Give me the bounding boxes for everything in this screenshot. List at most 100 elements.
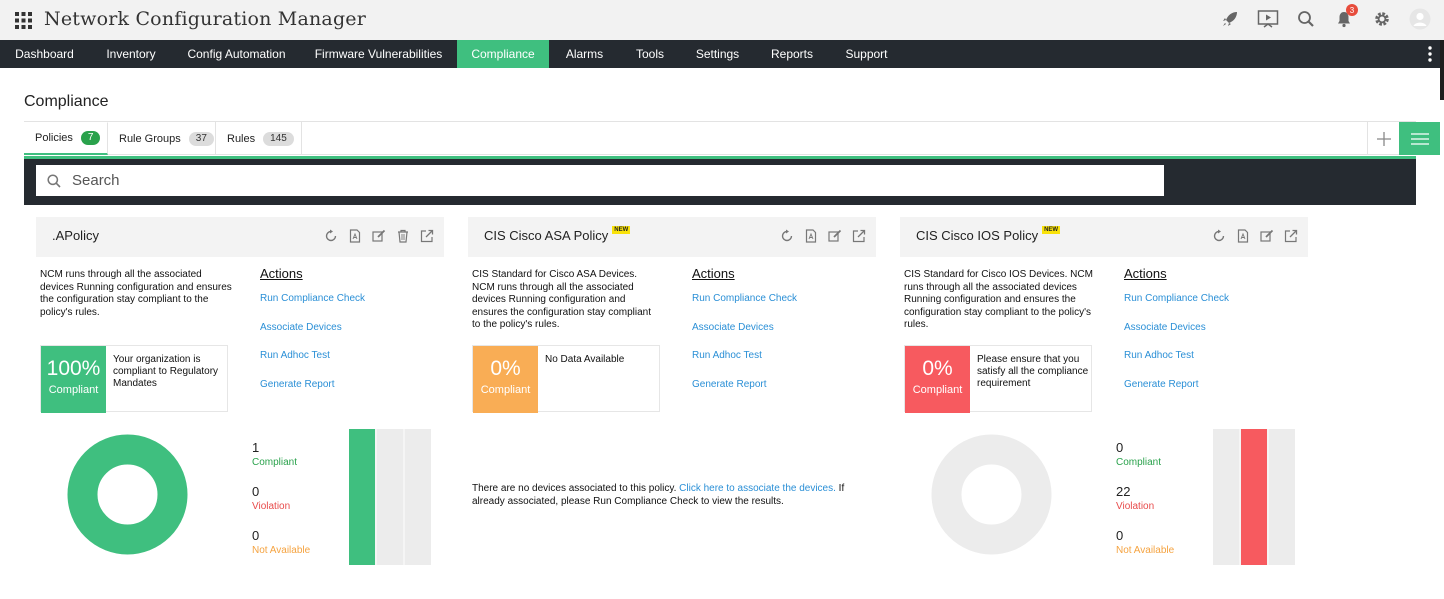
compliant-bar[interactable] — [349, 429, 375, 565]
policy-card-cis-ios: CIS Cisco IOS Policy NEW CIS Standard for… — [900, 217, 1308, 577]
search-icon[interactable] — [1294, 7, 1318, 31]
run-compliance-check-link[interactable]: Run Compliance Check — [260, 293, 365, 304]
bell-icon[interactable]: 3 — [1332, 4, 1358, 31]
policy-title-wrap[interactable]: CIS Cisco ASA Policy NEW — [484, 226, 631, 243]
tab-label: Rule Groups — [119, 132, 181, 145]
run-adhoc-test-link[interactable]: Run Adhoc Test — [692, 350, 762, 361]
run-compliance-check-link[interactable]: Run Compliance Check — [692, 293, 797, 304]
edit-icon[interactable] — [372, 229, 386, 243]
associate-devices-inline-link[interactable]: Click here to associate the devices. — [679, 483, 836, 494]
card-header: .APolicy — [36, 217, 444, 257]
not-available-count: 0 — [252, 528, 260, 543]
add-policy-button[interactable] — [1367, 122, 1399, 155]
associate-devices-link[interactable]: Associate Devices — [260, 322, 342, 333]
nav-tools[interactable]: Tools — [620, 40, 680, 68]
run-adhoc-test-link[interactable]: Run Adhoc Test — [1124, 350, 1194, 361]
apps-grid-icon[interactable] — [15, 12, 32, 29]
nav-compliance[interactable]: Compliance — [457, 40, 549, 68]
compliance-label: Compliant — [480, 384, 531, 396]
compliant-count: 0 — [1116, 440, 1124, 455]
compliance-message: Please ensure that you satisfy all the c… — [977, 354, 1089, 389]
violation-bar[interactable] — [1241, 429, 1267, 565]
status-bar-chart — [349, 429, 431, 565]
tab-count: 37 — [188, 131, 214, 146]
compliance-label: Compliant — [48, 384, 99, 396]
search-box — [36, 165, 1164, 196]
nav-settings[interactable]: Settings — [680, 40, 755, 68]
compliance-donut-chart[interactable] — [930, 433, 1053, 556]
open-external-icon[interactable] — [852, 229, 866, 243]
compliance-score-tile: 0% Compliant — [473, 346, 538, 413]
rocket-icon[interactable] — [1218, 7, 1242, 31]
pdf-icon[interactable] — [804, 229, 818, 243]
not-available-bar[interactable] — [405, 429, 431, 565]
no-devices-message: There are no devices associated to this … — [472, 483, 872, 508]
tab-rule-groups[interactable]: Rule Groups 37 — [108, 122, 216, 155]
not-available-bar[interactable] — [1269, 429, 1295, 565]
open-external-icon[interactable] — [420, 229, 434, 243]
more-vertical-icon[interactable] — [1428, 46, 1432, 62]
refresh-icon[interactable] — [780, 229, 794, 243]
compliance-score-box: 0% Compliant Please ensure that you sati… — [904, 345, 1092, 413]
list-view-button[interactable] — [1399, 122, 1440, 155]
compliant-count: 1 — [252, 440, 260, 455]
delete-icon[interactable] — [396, 229, 410, 243]
run-adhoc-test-link[interactable]: Run Adhoc Test — [260, 350, 330, 361]
edit-icon[interactable] — [1260, 229, 1274, 243]
nav-support[interactable]: Support — [829, 40, 904, 68]
generate-report-link[interactable]: Generate Report — [260, 379, 335, 390]
presentation-icon[interactable] — [1256, 7, 1280, 31]
tab-count: 145 — [263, 131, 294, 146]
associate-devices-link[interactable]: Associate Devices — [692, 322, 774, 333]
pdf-icon[interactable] — [1236, 229, 1250, 243]
title-bar: Network Configuration Manager 3 — [0, 0, 1444, 40]
nav-inventory[interactable]: Inventory — [89, 40, 173, 68]
user-avatar-icon[interactable] — [1408, 7, 1432, 31]
tab-label: Rules — [227, 132, 256, 145]
card-header: CIS Cisco ASA Policy NEW — [468, 217, 876, 257]
edit-icon[interactable] — [828, 229, 842, 243]
plus-icon — [1376, 131, 1391, 146]
nav-config-automation[interactable]: Config Automation — [173, 40, 300, 68]
generate-report-link[interactable]: Generate Report — [692, 379, 767, 390]
compliance-message: No Data Available — [545, 354, 625, 365]
search-input[interactable] — [72, 172, 1072, 189]
refresh-icon[interactable] — [324, 229, 338, 243]
nav-dashboard[interactable]: Dashboard — [0, 40, 89, 68]
tab-policies[interactable]: Policies 7 — [24, 122, 108, 155]
compliance-score-box: 0% Compliant No Data Available — [472, 345, 660, 413]
compliant-bar[interactable] — [1213, 429, 1239, 565]
not-available-count: 0 — [1116, 528, 1124, 543]
generate-report-link[interactable]: Generate Report — [1124, 379, 1199, 390]
nav-alarms[interactable]: Alarms — [549, 40, 620, 68]
app-title: Network Configuration Manager — [44, 8, 367, 30]
violation-label: Violation — [1116, 501, 1155, 512]
violation-bar[interactable] — [377, 429, 403, 565]
not-available-label: Not Available — [252, 545, 311, 556]
policy-title[interactable]: .APolicy — [52, 228, 99, 243]
pdf-icon[interactable] — [348, 229, 362, 243]
compliant-label: Compliant — [1116, 457, 1162, 468]
tab-count: 7 — [80, 131, 101, 145]
run-compliance-check-link[interactable]: Run Compliance Check — [1124, 293, 1229, 304]
compliance-score-tile: 100% Compliant — [41, 346, 106, 413]
nav-firmware-vulnerabilities[interactable]: Firmware Vulnerabilities — [300, 40, 457, 68]
compliance-message: Your organization is compliant to Regula… — [113, 354, 219, 389]
nav-reports[interactable]: Reports — [755, 40, 829, 68]
search-icon — [47, 173, 61, 188]
associate-devices-link[interactable]: Associate Devices — [1124, 322, 1206, 333]
tab-rules[interactable]: Rules 145 — [216, 122, 302, 155]
policy-description: CIS Standard for Cisco ASA Devices. NCM … — [472, 269, 651, 330]
violation-label: Violation — [252, 501, 291, 512]
no-devices-text: There are no devices associated to this … — [472, 483, 680, 494]
page-scrollbar[interactable] — [1440, 40, 1444, 100]
policy-title-wrap[interactable]: CIS Cisco IOS Policy NEW — [916, 226, 1061, 243]
hamburger-icon — [1410, 132, 1429, 145]
open-external-icon[interactable] — [1284, 229, 1298, 243]
card-header: CIS Cisco IOS Policy NEW — [900, 217, 1308, 257]
search-bar — [24, 159, 1416, 205]
compliance-donut-chart[interactable] — [66, 433, 189, 556]
new-badge: NEW — [1042, 226, 1061, 234]
refresh-icon[interactable] — [1212, 229, 1226, 243]
gear-icon[interactable] — [1370, 7, 1394, 31]
